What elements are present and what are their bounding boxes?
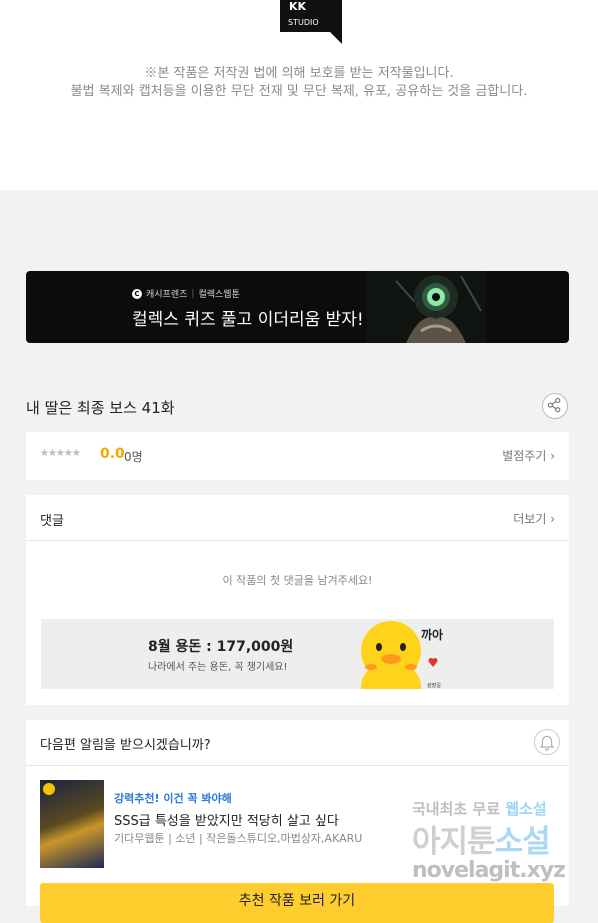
- banner-title: 컬렉스 퀴즈 풀고 이더리움 받자!: [132, 310, 364, 330]
- comments-title: 댓글: [40, 514, 64, 529]
- ad-banner[interactable]: 8월 용돈 : 177,000원 나라에서 주는 용돈, 꼭 챙기세요! 까아 …: [41, 619, 554, 689]
- recommend-cover-image[interactable]: [40, 780, 104, 868]
- comments-card: 댓글 더보기 › 이 작품의 첫 댓글을 남겨주세요! 8월 용돈 : 177,…: [26, 495, 569, 705]
- comments-more-link[interactable]: 더보기 ›: [513, 510, 555, 527]
- ad-title: 8월 용돈 : 177,000원: [148, 639, 294, 655]
- rating-score: 0.0: [100, 446, 125, 462]
- share-icon: [547, 397, 561, 413]
- episode-title: 내 딸은 최종 보스 41화: [26, 399, 175, 417]
- svg-text:STUDIO: STUDIO: [288, 18, 319, 27]
- watermark-line2: 아지툰소설: [412, 824, 551, 860]
- copyright-warning: 불법 복제와 캡처등을 이용한 무단 전재 및 무단 복제, 유포, 공유하는 …: [70, 84, 528, 99]
- watermark-line3: novelagit.xyz: [412, 858, 566, 883]
- notify-bell-button[interactable]: [534, 729, 560, 755]
- star-rating[interactable]: ★★★★★: [40, 448, 81, 459]
- banner-brand: C 캐시프렌즈 | 컬렉스웹툰: [132, 287, 240, 300]
- copyright-notice: ※본 작품은 저작권 법에 의해 보호를 받는 저작물입니다.: [144, 66, 454, 81]
- rating-card: ★★★★★ 0.0 0명 별점주기 ›: [26, 432, 569, 480]
- banner-separator: |: [191, 288, 195, 299]
- banner-brand-1: 캐시프렌즈: [146, 290, 188, 300]
- comments-empty-message: 이 작품의 첫 댓글을 남겨주세요!: [222, 574, 373, 587]
- cashfriends-logo-icon: C: [132, 288, 142, 299]
- notify-title: 다음편 알림을 받으시겠습니까?: [40, 738, 211, 753]
- wait-free-clock-icon: [43, 783, 55, 795]
- kk-studio-logo: KK STUDIO: [280, 0, 342, 44]
- rate-button[interactable]: 별점주기 ›: [502, 447, 555, 464]
- rating-count: 0명: [124, 450, 143, 464]
- svg-text:KK: KK: [289, 0, 307, 13]
- svg-text:까아: 까아: [421, 627, 443, 642]
- divider: [26, 540, 569, 541]
- bell-icon: [539, 735, 555, 751]
- share-button[interactable]: [542, 393, 568, 419]
- recommend-tag: 강력추천! 이건 꼭 봐야해: [114, 792, 232, 805]
- recommend-title[interactable]: SSS급 특성을 받았지만 적당히 살고 싶다: [114, 810, 339, 829]
- recommend-meta: 기다무웹툰 | 소년 | 작은돌스튜디오,마법상자,AKARU: [114, 832, 363, 845]
- banner-brand-2: 컬렉스웹툰: [198, 290, 240, 300]
- svg-text:삼장길: 삼장길: [427, 682, 441, 689]
- copyright-section: KK STUDIO ※본 작품은 저작권 법에 의해 보호를 받는 저작물입니다…: [0, 0, 598, 190]
- promo-banner[interactable]: C 캐시프렌즈 | 컬렉스웹툰 컬렉스 퀴즈 풀고 이더리움 받자!: [26, 271, 569, 343]
- ad-subtitle: 나라에서 주는 용돈, 꼭 챙기세요!: [148, 662, 288, 673]
- watermark: 국내최초 무료 웹소설 아지툰소설 novelagit.xyz: [410, 798, 585, 890]
- divider: [26, 765, 569, 766]
- cyborg-illustration: [366, 271, 486, 343]
- duck-character: 까아 삼장길: [361, 621, 443, 689]
